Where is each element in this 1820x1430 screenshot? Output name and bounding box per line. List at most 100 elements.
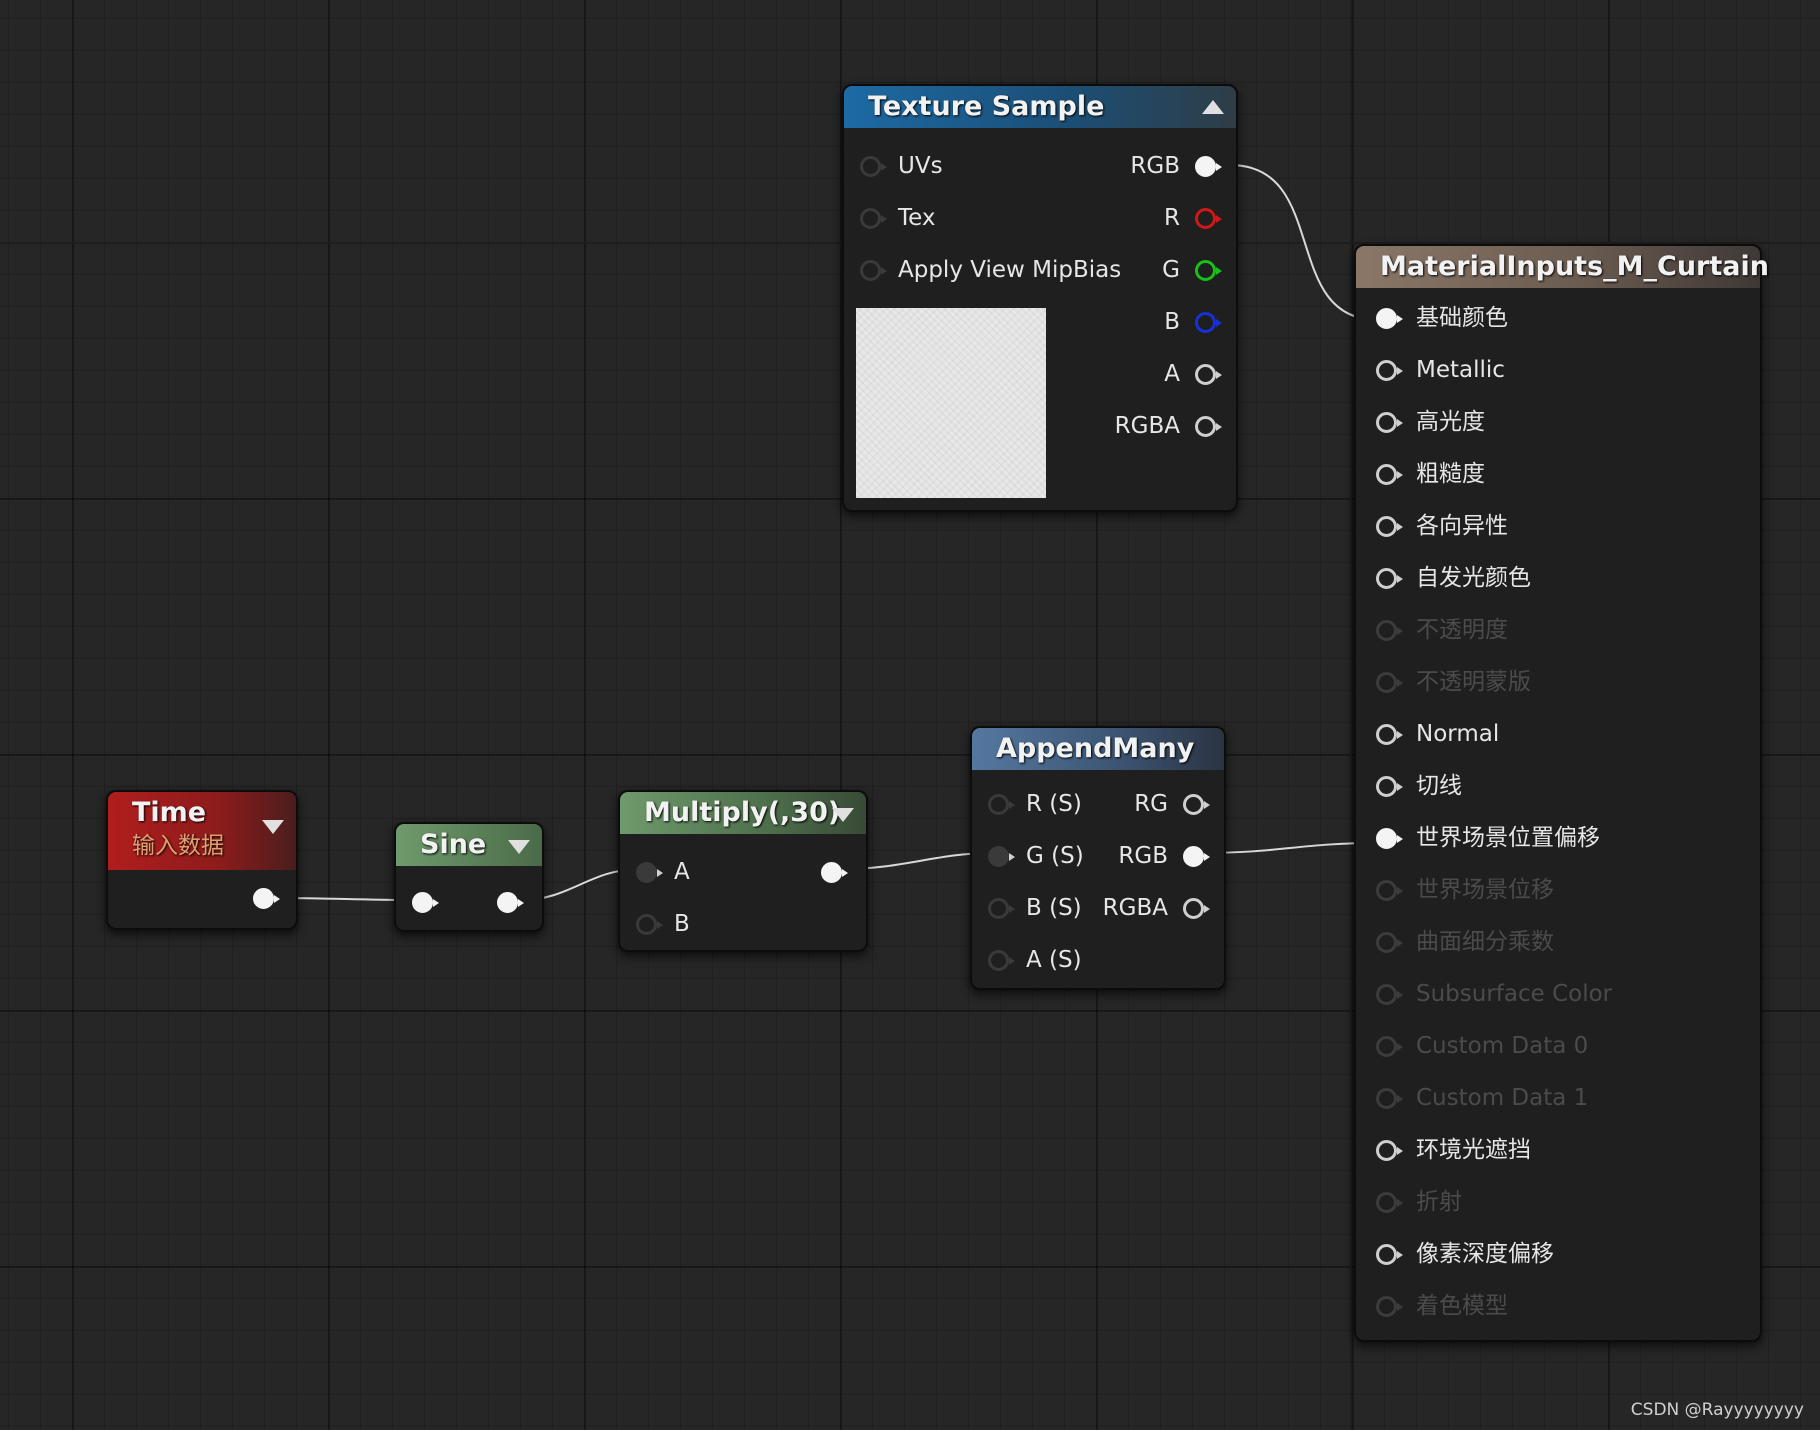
material-input-label: 各向异性: [1416, 513, 1508, 539]
material-input-pin[interactable]: [1376, 672, 1403, 693]
output-pin-rgb[interactable]: [1183, 846, 1210, 867]
wire-append-to-world-offset: [1201, 842, 1379, 854]
material-input-label: 曲面细分乘数: [1416, 929, 1554, 955]
append-many-header[interactable]: AppendMany: [972, 728, 1224, 770]
material-input-label: Subsurface Color: [1416, 981, 1613, 1007]
material-input-label: 基础颜色: [1416, 305, 1508, 331]
material-input-pin[interactable]: [1376, 776, 1403, 797]
material-input-pin[interactable]: [1376, 1296, 1403, 1317]
material-input-pin[interactable]: [1376, 516, 1403, 537]
collapse-arrow-icon[interactable]: [508, 840, 530, 854]
sine-header[interactable]: Sine: [396, 824, 542, 866]
material-input-pin[interactable]: [1376, 412, 1403, 433]
input-pin-a[interactable]: [636, 862, 663, 883]
material-input-pin[interactable]: [1376, 880, 1403, 901]
input-label-b-s: B (S): [1026, 895, 1082, 921]
output-label-rgb: RGB: [1130, 153, 1180, 179]
material-input-pin[interactable]: [1376, 724, 1403, 745]
output-pin-sine[interactable]: [497, 892, 524, 913]
material-input-pin[interactable]: [1376, 1088, 1403, 1109]
material-input-pin[interactable]: [1376, 620, 1403, 641]
material-input-label: 世界场景位置偏移: [1416, 825, 1600, 851]
input-pin-tex[interactable]: [860, 208, 887, 229]
material-input-label: 世界场景位移: [1416, 877, 1554, 903]
material-input-pin[interactable]: [1376, 932, 1403, 953]
material-input-label: 自发光颜色: [1416, 565, 1531, 591]
input-label-r-s: R (S): [1026, 791, 1082, 817]
sine-node[interactable]: Sine: [394, 822, 544, 932]
material-input-label: 环境光遮挡: [1416, 1137, 1531, 1163]
input-label-uvs: UVs: [898, 153, 943, 179]
material-input-pin[interactable]: [1376, 1192, 1403, 1213]
material-input-pin[interactable]: [1376, 308, 1403, 329]
output-label-g: G: [1162, 257, 1180, 283]
output-pin-b[interactable]: [1195, 312, 1222, 333]
material-input-pin[interactable]: [1376, 568, 1403, 589]
input-pin-sine[interactable]: [412, 892, 439, 913]
node-title: Texture Sample: [868, 91, 1105, 122]
output-label-a: A: [1164, 361, 1180, 387]
texture-sample-node[interactable]: Texture Sample UVs Tex Apply View MipBia…: [842, 84, 1238, 512]
append-many-node[interactable]: AppendMany R (S) G (S) B (S) A (S) RG RG…: [970, 726, 1226, 990]
output-label-rgba: RGBA: [1114, 413, 1180, 439]
collapse-arrow-icon[interactable]: [262, 820, 284, 834]
texture-preview-thumbnail: [856, 308, 1046, 498]
collapse-arrow-icon[interactable]: [832, 808, 854, 822]
input-pin-b[interactable]: [636, 914, 663, 935]
output-pin-r[interactable]: [1195, 208, 1222, 229]
output-pin-multiply[interactable]: [821, 862, 848, 883]
material-input-label: 折射: [1416, 1189, 1462, 1215]
node-title: MaterialInputs_M_Curtain: [1380, 251, 1769, 282]
material-input-label: Custom Data 0: [1416, 1033, 1589, 1059]
material-input-pin[interactable]: [1376, 1244, 1403, 1265]
output-label-rgba: RGBA: [1102, 895, 1168, 921]
material-input-label: 粗糙度: [1416, 461, 1485, 487]
material-input-label: 高光度: [1416, 409, 1485, 435]
node-title: Time: [132, 797, 207, 828]
output-pin-time[interactable]: [253, 888, 280, 909]
multiply-node[interactable]: Multiply(,30) A B: [618, 790, 868, 952]
input-pin-b-s[interactable]: [988, 898, 1015, 919]
input-label-a: A: [674, 859, 690, 885]
input-pin-a-s[interactable]: [988, 950, 1015, 971]
time-header[interactable]: Time 输入数据: [108, 792, 296, 870]
output-pin-rgba[interactable]: [1195, 416, 1222, 437]
output-pin-rg[interactable]: [1183, 794, 1210, 815]
material-input-label: 着色模型: [1416, 1293, 1508, 1319]
material-inputs-node[interactable]: MaterialInputs_M_Curtain 基础颜色 Metallic 高光度…: [1354, 244, 1769, 1342]
material-input-pin[interactable]: [1376, 1140, 1403, 1161]
input-label-g-s: G (S): [1026, 843, 1084, 869]
input-label-a-s: A (S): [1026, 947, 1082, 973]
material-input-pin[interactable]: [1376, 984, 1403, 1005]
output-pin-a[interactable]: [1195, 364, 1222, 385]
node-subtitle: 输入数据: [132, 833, 224, 859]
input-label-apply-view-mipbias: Apply View MipBias: [898, 257, 1122, 283]
time-node[interactable]: Time 输入数据: [106, 790, 298, 930]
input-pin-apply-view-mipbias[interactable]: [860, 260, 887, 281]
multiply-header[interactable]: Multiply(,30): [620, 792, 866, 834]
output-label-b: B: [1164, 309, 1180, 335]
collapse-arrow-icon[interactable]: [1202, 100, 1224, 114]
output-label-rgb: RGB: [1118, 843, 1168, 869]
material-input-pin[interactable]: [1376, 828, 1403, 849]
output-pin-rgb[interactable]: [1195, 156, 1222, 177]
material-input-pin[interactable]: [1376, 464, 1403, 485]
output-pin-rgba[interactable]: [1183, 898, 1210, 919]
output-label-r: R: [1164, 205, 1180, 231]
input-pin-uvs[interactable]: [860, 156, 887, 177]
texture-sample-header[interactable]: Texture Sample: [844, 86, 1236, 128]
input-pin-r-s[interactable]: [988, 794, 1015, 815]
material-input-label: 像素深度偏移: [1416, 1241, 1554, 1267]
input-pin-g-s[interactable]: [988, 846, 1015, 867]
watermark: CSDN @Rayyyyyyyy: [1630, 1400, 1804, 1420]
material-input-label: 不透明蒙版: [1416, 669, 1531, 695]
node-title: AppendMany: [996, 733, 1195, 764]
material-input-pin[interactable]: [1376, 1036, 1403, 1057]
material-input-label: 切线: [1416, 773, 1462, 799]
output-label-rg: RG: [1134, 791, 1168, 817]
node-title: Multiply(,30): [644, 797, 841, 828]
material-inputs-header[interactable]: MaterialInputs_M_Curtain: [1356, 246, 1769, 288]
input-label-tex: Tex: [898, 205, 936, 231]
material-input-pin[interactable]: [1376, 360, 1403, 381]
output-pin-g[interactable]: [1195, 260, 1222, 281]
